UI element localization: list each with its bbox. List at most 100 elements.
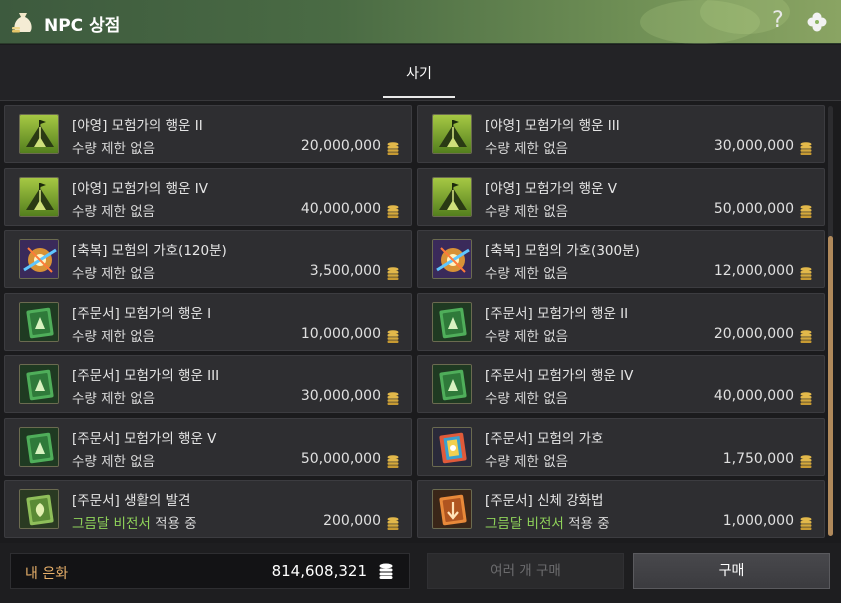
- green-scroll-icon: [19, 426, 59, 467]
- item-quantity-text: 적용 중: [563, 516, 610, 532]
- item-quantity-text: 수량 제한 없음: [485, 266, 569, 282]
- item-quantity: 수량 제한 없음: [485, 262, 568, 282]
- money-bag-icon: [12, 13, 32, 33]
- blessing-burst-icon: [19, 239, 59, 279]
- shop-item[interactable]: [야영] 모험가의 행운 IV 수량 제한 없음 40,000,000: [4, 167, 412, 226]
- coin-icon: [800, 265, 812, 280]
- item-price: 1,000,000: [722, 513, 794, 529]
- item-quantity: 수량 제한 없음: [72, 450, 155, 470]
- item-quantity-text: 수량 제한 없음: [485, 141, 569, 157]
- item-quantity: 그믐달 비전서 적용 중: [72, 512, 197, 532]
- clover-icon[interactable]: [805, 10, 829, 34]
- shop-item[interactable]: [야영] 모험가의 행운 II 수량 제한 없음 20,000,000: [4, 105, 412, 163]
- coin-icon: [800, 203, 812, 218]
- item-buff-highlight: 그믐달 비전서: [72, 516, 151, 532]
- item-price: 40,000,000: [300, 200, 381, 217]
- buy-button[interactable]: 구매: [633, 553, 830, 589]
- camp-tent-icon: [432, 176, 472, 217]
- shop-item[interactable]: [주문서] 모험가의 행운 IV 수량 제한 없음 40,000,000: [417, 355, 825, 413]
- multi-buy-button[interactable]: 여러 개 구매: [427, 553, 624, 589]
- item-name: [축복] 모험의 가호(300분): [485, 243, 640, 259]
- shop-item[interactable]: [주문서] 신체 강화법그믐달 비전서 적용 중 1,000,000: [417, 480, 825, 538]
- camp-tent-icon: [19, 176, 59, 217]
- item-quantity-text: 수량 제한 없음: [72, 453, 156, 470]
- item-list: [야영] 모험가의 행운 II 수량 제한 없음 20,000,000 [야영] 모험…: [0, 102, 827, 542]
- shop-item[interactable]: [야영] 모험가의 행운 III 수량 제한 없음 30,000,000: [417, 105, 825, 163]
- shop-item[interactable]: [주문서] 생활의 발견 그믐달 비전서 적용 중 200,000: [4, 480, 412, 538]
- item-price: 1,750,000: [722, 450, 794, 467]
- shop-item[interactable]: [주문서] 모험가의 행운 II 수량 제한 없음 20,000,000: [417, 292, 825, 351]
- wallet-label: 내 은화: [25, 566, 69, 582]
- coin-stack-icon: [379, 563, 393, 579]
- green-scroll-icon: [19, 364, 59, 404]
- coin-icon: [387, 203, 399, 218]
- item-quantity-text: 수량 제한 없음: [485, 391, 569, 407]
- item-quantity: 수량 제한 없음: [72, 387, 155, 407]
- orange-scroll-icon: [432, 489, 472, 529]
- item-quantity-text: 수량 제한 없음: [485, 453, 569, 470]
- shop-item[interactable]: [축복] 모험의 가호(120분) 수량 제한 없음 3,500,000: [4, 230, 412, 288]
- shop-item[interactable]: [주문서] 모험가의 행운 I 수량 제한 없음 10,000,000: [4, 292, 412, 351]
- coin-icon: [387, 328, 399, 343]
- green-scroll-icon: [432, 364, 472, 404]
- item-price: 10,000,000: [300, 325, 381, 342]
- item-price: 20,000,000: [300, 138, 381, 154]
- item-name: [야영] 모험가의 행운 V: [485, 180, 618, 197]
- item-quantity: 그믐달 비전서 적용 중: [485, 512, 610, 532]
- item-name: [주문서] 모험가의 행운 V: [72, 430, 217, 447]
- item-name: [주문서] 모험가의 행운 II: [485, 305, 629, 322]
- coin-icon: [800, 328, 812, 343]
- item-name: [야영] 모험가의 행운 II: [72, 118, 203, 134]
- shop-item[interactable]: [주문서] 모험가의 행운 III 수량 제한 없음 30,000,000: [4, 355, 412, 413]
- rainbow-scroll-icon: [432, 426, 472, 467]
- item-name: [주문서] 생활의 발견: [72, 493, 191, 509]
- title-bar: NPC 상점 ?: [0, 0, 841, 44]
- item-quantity: 수량 제한 없음: [72, 262, 155, 282]
- item-price: 50,000,000: [713, 200, 794, 217]
- item-quantity: 수량 제한 없음: [485, 137, 568, 157]
- shop-item[interactable]: [야영] 모험가의 행운 V 수량 제한 없음 50,000,000: [417, 167, 825, 226]
- life-scroll-icon: [19, 489, 59, 529]
- item-quantity: 수량 제한 없음: [485, 450, 568, 470]
- camp-tent-icon: [432, 114, 472, 154]
- item-quantity-text: 수량 제한 없음: [485, 203, 569, 220]
- shop-item[interactable]: [축복] 모험의 가호(300분) 수량 제한 없음 12,000,000: [417, 230, 825, 288]
- coin-icon: [387, 140, 399, 155]
- item-quantity: 수량 제한 없음: [72, 200, 155, 220]
- item-quantity-text: 수량 제한 없음: [72, 391, 156, 407]
- item-price: 12,000,000: [713, 263, 794, 279]
- coin-icon: [800, 453, 812, 468]
- item-quantity: 수량 제한 없음: [72, 325, 155, 345]
- coin-icon: [387, 265, 399, 280]
- item-price: 40,000,000: [713, 388, 794, 404]
- item-price: 30,000,000: [300, 388, 381, 404]
- item-quantity-text: 수량 제한 없음: [72, 141, 156, 157]
- item-quantity-text: 수량 제한 없음: [72, 203, 156, 220]
- item-name: [축복] 모험의 가호(120분): [72, 243, 227, 259]
- shop-item[interactable]: [주문서] 모험의 가호수량 제한 없음 1,750,000: [417, 417, 825, 476]
- item-name: [야영] 모험가의 행운 III: [485, 118, 620, 134]
- wallet-panel: 내 은화 814,608,321: [10, 553, 410, 589]
- item-price: 20,000,000: [713, 325, 794, 342]
- help-icon[interactable]: ?: [772, 8, 784, 33]
- item-name: [주문서] 모험의 가호: [485, 430, 604, 447]
- coin-icon: [387, 390, 399, 405]
- tab-active-indicator: [383, 96, 455, 98]
- scrollbar-thumb[interactable]: [828, 236, 833, 536]
- item-name: [야영] 모험가의 행운 IV: [72, 180, 208, 197]
- item-buff-highlight: 그믐달 비전서: [485, 516, 564, 532]
- item-quantity: 수량 제한 없음: [485, 325, 568, 345]
- coin-icon: [800, 515, 812, 530]
- item-quantity-text: 수량 제한 없음: [72, 328, 156, 345]
- item-quantity: 수량 제한 없음: [72, 137, 155, 157]
- shop-item[interactable]: [주문서] 모험가의 행운 V 수량 제한 없음 50,000,000: [4, 417, 412, 476]
- camp-tent-icon: [19, 114, 59, 154]
- item-name: [주문서] 신체 강화법: [485, 493, 604, 509]
- coin-icon: [800, 390, 812, 405]
- coin-icon: [387, 515, 399, 530]
- green-scroll-icon: [432, 301, 472, 342]
- item-quantity-text: 적용 중: [150, 516, 197, 532]
- tab-buy[interactable]: 사기: [383, 63, 455, 83]
- item-name: [주문서] 모험가의 행운 IV: [485, 368, 634, 384]
- coin-icon: [800, 140, 812, 155]
